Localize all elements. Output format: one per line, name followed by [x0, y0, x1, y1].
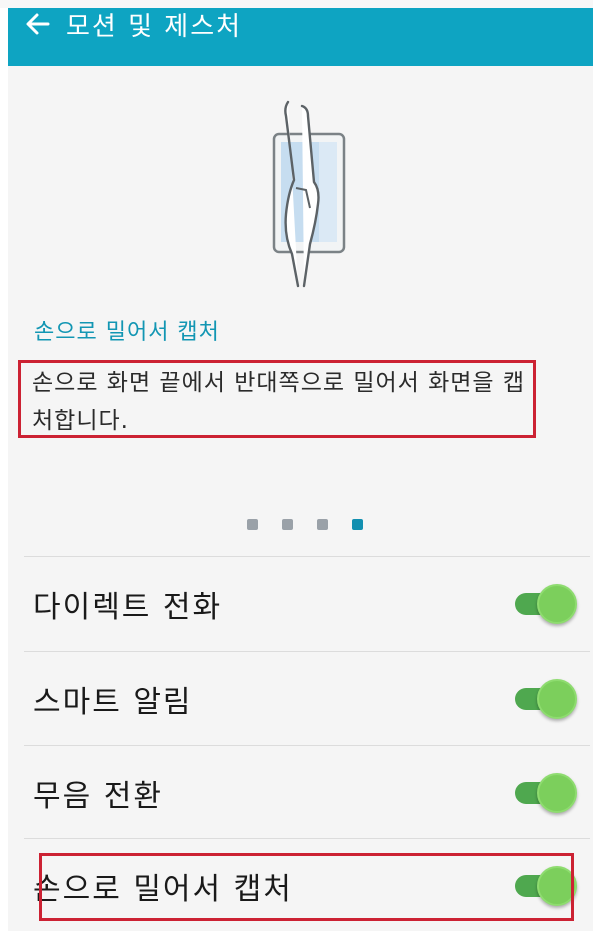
smart-alert-toggle[interactable]	[511, 678, 577, 719]
toggle-thumb	[537, 678, 577, 719]
setting-row-direct-call[interactable]: 다이렉트 전화	[24, 556, 590, 650]
page-dot-active[interactable]	[352, 519, 363, 530]
feature-title: 손으로 밀어서 캡처	[34, 320, 220, 345]
back-button[interactable]	[10, 8, 66, 66]
page-indicator	[247, 519, 363, 530]
setting-label: 다이렉트 전화	[33, 589, 223, 625]
page-dot[interactable]	[282, 519, 293, 530]
page-dot[interactable]	[317, 519, 328, 530]
page-title: 모션 및 제스처	[66, 11, 243, 42]
setting-row-smart-alert[interactable]: 스마트 알림	[24, 651, 590, 745]
direct-call-toggle[interactable]	[511, 583, 577, 624]
setting-label: 스마트 알림	[33, 684, 193, 720]
arrow-left-icon	[26, 13, 50, 35]
palm-swipe-capture-icon	[272, 100, 346, 288]
page-dot[interactable]	[247, 519, 258, 530]
toggle-thumb	[537, 583, 577, 624]
app-bar: 모션 및 제스처	[8, 8, 593, 66]
setting-row-mute[interactable]: 무음 전환	[24, 745, 590, 839]
description-highlight-box	[18, 360, 536, 438]
setting-label: 무음 전환	[33, 778, 163, 814]
mute-toggle[interactable]	[511, 772, 577, 813]
toggle-thumb	[537, 772, 577, 813]
palm-capture-highlight-box	[39, 853, 574, 921]
